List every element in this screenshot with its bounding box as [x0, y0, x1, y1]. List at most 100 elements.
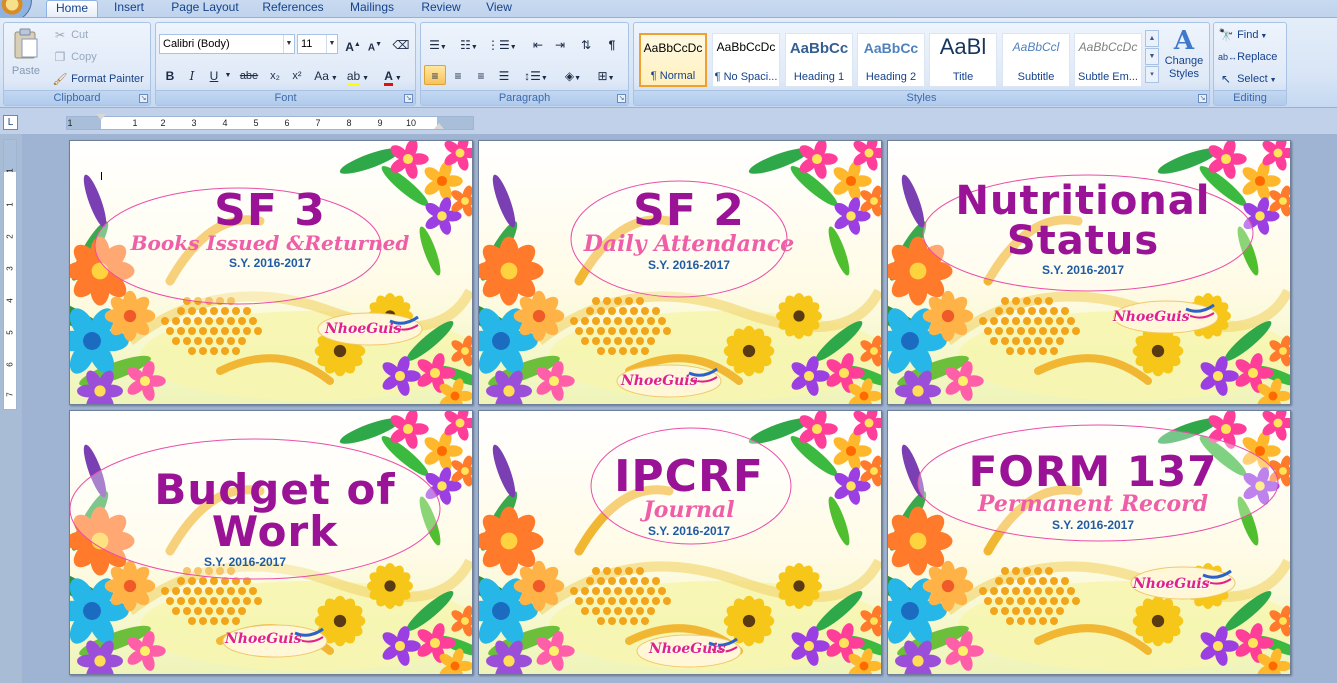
- shading-button[interactable]: ◈▼: [559, 65, 587, 85]
- find-label: Find: [1237, 29, 1259, 41]
- paragraph-dialog-launcher[interactable]: ↘: [617, 94, 626, 103]
- superscript-button[interactable]: x²: [286, 65, 308, 85]
- font-color-button[interactable]: A ▼: [378, 65, 408, 86]
- gallery-more[interactable]: ▾: [1145, 66, 1159, 83]
- ruler-number: 7: [315, 118, 321, 128]
- style-subtitle[interactable]: AaBbCcl Subtitle: [1002, 33, 1070, 87]
- font-family-value: Calibri (Body): [163, 38, 230, 50]
- styles-dialog-launcher[interactable]: ↘: [1198, 94, 1207, 103]
- cut-button[interactable]: ✂ Cut: [52, 25, 88, 45]
- tab-mailings[interactable]: Mailings: [340, 0, 404, 17]
- align-center-button[interactable]: ≡: [447, 65, 469, 85]
- select-label: Select: [1237, 73, 1268, 85]
- style-title[interactable]: AaBl Title: [929, 33, 997, 87]
- align-left-button[interactable]: ≡: [424, 65, 446, 85]
- paste-icon: [14, 28, 38, 59]
- font-family-combo[interactable]: Calibri (Body) ▼: [159, 34, 295, 54]
- paste-button[interactable]: Paste: [8, 27, 44, 87]
- highlighter-icon: ab: [346, 70, 361, 86]
- tab-home[interactable]: Home: [46, 0, 98, 17]
- label-card[interactable]: Budget of Work S.Y. 2016-2017 NhoeGuis: [69, 410, 473, 675]
- floral-background-image: [70, 141, 472, 404]
- copy-icon: ❐: [54, 50, 66, 65]
- style-no-spacing[interactable]: AaBbCcDc ¶ No Spaci...: [712, 33, 780, 87]
- card-title-block: Nutritional Status S.Y. 2016-2017: [928, 181, 1238, 277]
- replace-icon: ab↔: [1218, 52, 1238, 63]
- chevron-down-icon[interactable]: ▼: [283, 35, 294, 53]
- font-dialog-launcher[interactable]: ↘: [404, 94, 413, 103]
- borders-button[interactable]: ⊞▼: [591, 65, 621, 85]
- chevron-down-icon[interactable]: ▼: [326, 35, 337, 53]
- ruler-number: 1: [5, 168, 15, 173]
- gallery-scroll-up[interactable]: ▲: [1145, 30, 1159, 47]
- label-card[interactable]: IPCRF Journal S.Y. 2016-2017 NhoeGuis: [478, 410, 882, 675]
- bullets-button[interactable]: ☰▼: [424, 34, 452, 54]
- select-button[interactable]: ↖ Select ▼: [1218, 69, 1277, 89]
- strikethrough-button[interactable]: abe: [236, 65, 262, 85]
- watermark-logo: NhoeGuis: [621, 373, 698, 389]
- align-right-button[interactable]: ≡: [470, 65, 492, 85]
- font-size-combo[interactable]: 11 ▼: [297, 34, 338, 54]
- font-group-label: Font: [156, 90, 415, 105]
- card-subtitle: Permanent Record: [977, 491, 1209, 517]
- clipboard-group: Paste ✂ Cut ❐ Copy 🖌 Format Painter Clip…: [3, 22, 151, 106]
- label-card[interactable]: SF 2 Daily Attendance S.Y. 2016-2017 Nho…: [478, 140, 882, 405]
- bold-button[interactable]: B: [159, 65, 181, 85]
- grow-font-button[interactable]: A▲: [342, 34, 364, 54]
- show-marks-button[interactable]: ¶: [601, 34, 623, 54]
- change-styles-button[interactable]: A Change Styles: [1162, 27, 1206, 87]
- ruler-number: 1: [67, 118, 73, 128]
- horizontal-ruler[interactable]: 1 1 2 3 4 5 6 7 8 9 10: [66, 114, 474, 130]
- style-heading-2[interactable]: AaBbCc Heading 2: [857, 33, 925, 87]
- school-year-label: S.Y. 2016-2017: [647, 524, 731, 539]
- justify-icon: ☰: [498, 69, 510, 83]
- card-title: IPCRF: [614, 451, 764, 502]
- sort-button[interactable]: ⇅: [575, 34, 597, 54]
- tab-review[interactable]: Review: [414, 0, 468, 17]
- tab-selector-button[interactable]: L: [3, 115, 18, 130]
- font-size-value: 11: [301, 38, 313, 50]
- tab-references[interactable]: References: [256, 0, 330, 17]
- styles-group-label: Styles: [634, 90, 1209, 105]
- label-card[interactable]: FORM 137 Permanent Record S.Y. 2016-2017…: [887, 410, 1291, 675]
- tab-view[interactable]: View: [478, 0, 520, 17]
- label-card[interactable]: Nutritional Status S.Y. 2016-2017 NhoeGu…: [887, 140, 1291, 405]
- right-indent-marker[interactable]: [434, 123, 444, 129]
- format-painter-button[interactable]: 🖌 Format Painter: [52, 69, 143, 89]
- shrink-font-button[interactable]: A▼: [364, 34, 386, 54]
- line-spacing-button[interactable]: ↕☰▼: [521, 65, 551, 85]
- numbering-button[interactable]: ☷▼: [455, 34, 483, 54]
- tab-insert[interactable]: Insert: [104, 0, 154, 17]
- document-area[interactable]: SF 3 Books Issued &Returned S.Y. 2016-20…: [22, 134, 1337, 683]
- vertical-ruler[interactable]: 1 1 2 3 4 5 6 7: [3, 139, 17, 410]
- paragraph-group: ☰▼ ☷▼ ⋮☰▼ ⇤ ⇥ ⇅ ¶ ≡ ≡ ≡ ☰ ↕☰▼ ◈▼ ⊞▼ Para…: [420, 22, 629, 106]
- label-card[interactable]: SF 3 Books Issued &Returned S.Y. 2016-20…: [69, 140, 473, 405]
- justify-button[interactable]: ☰: [493, 65, 515, 85]
- left-indent-marker[interactable]: [96, 114, 106, 120]
- multilevel-list-icon: ⋮☰: [487, 38, 510, 52]
- ruler-number: 5: [253, 118, 259, 128]
- style-normal[interactable]: AaBbCcDc ¶ Normal: [639, 33, 707, 87]
- multilevel-list-button[interactable]: ⋮☰▼: [486, 34, 517, 54]
- replace-button[interactable]: ab↔ Replace: [1218, 47, 1277, 67]
- card-title: SF 3: [214, 185, 326, 236]
- italic-button[interactable]: I: [181, 65, 203, 85]
- change-case-button[interactable]: Aa ▼: [312, 65, 340, 85]
- tab-page-layout[interactable]: Page Layout: [164, 0, 246, 17]
- increase-indent-button[interactable]: ⇥: [549, 34, 571, 54]
- subscript-button[interactable]: x₂: [264, 65, 286, 85]
- style-subtle-emphasis[interactable]: AaBbCcDc Subtle Em...: [1074, 33, 1142, 87]
- chevron-down-icon[interactable]: ▼: [223, 65, 233, 85]
- clipboard-dialog-launcher[interactable]: ↘: [139, 94, 148, 103]
- card-subtitle: Daily Attendance: [583, 231, 795, 257]
- bullet-list-icon: ☰: [429, 38, 440, 52]
- style-heading-1[interactable]: AaBbCc Heading 1: [785, 33, 853, 87]
- underline-button[interactable]: U: [203, 65, 225, 85]
- clear-formatting-icon[interactable]: ⌫: [390, 34, 412, 54]
- decrease-indent-button[interactable]: ⇤: [527, 34, 549, 54]
- copy-button[interactable]: ❐ Copy: [52, 47, 97, 67]
- gallery-scroll-down[interactable]: ▼: [1145, 48, 1159, 65]
- find-button[interactable]: 🔭 Find ▼: [1218, 25, 1268, 45]
- highlight-button[interactable]: ab ▼: [344, 65, 372, 86]
- school-year-label: S.Y. 2016-2017: [1051, 518, 1135, 533]
